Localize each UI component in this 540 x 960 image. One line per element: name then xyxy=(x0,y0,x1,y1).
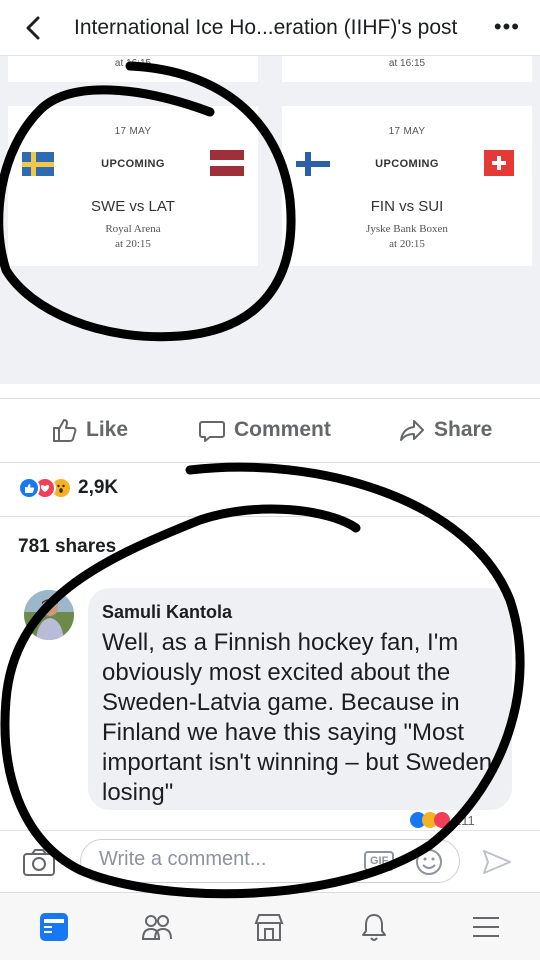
card-time: at 16:15 xyxy=(114,58,152,69)
comment-text: Well, as a Finnish hockey fan, I'm obvio… xyxy=(102,629,493,806)
finland-flag-icon xyxy=(296,152,330,176)
thumbs-up-icon xyxy=(53,419,77,442)
share-button[interactable]: Share xyxy=(398,416,492,444)
gif-button[interactable]: GIF xyxy=(364,851,395,871)
schedule-card-partial-left[interactable]: at 16:15 xyxy=(8,56,258,82)
switzerland-flag-icon xyxy=(484,150,514,176)
card-date: 17 MAY xyxy=(388,126,426,137)
card-venue: Royal Arena xyxy=(105,223,161,235)
comment-reaction-count: 211 xyxy=(454,812,475,828)
divider xyxy=(0,462,540,463)
card-match: SWE vs LAT xyxy=(91,198,175,215)
comment-placeholder: Write a comment... xyxy=(99,848,267,870)
page-title: International Ice Ho...eration (IIHF)'s … xyxy=(74,16,458,39)
schedule-card-partial-right[interactable]: at 16:15 xyxy=(282,56,532,82)
shares-count[interactable]: 781 shares xyxy=(18,536,116,558)
reaction-summary[interactable]: 2,9K xyxy=(18,477,118,499)
schedule-area: at 16:15 at 16:15 17 MAY UPCOMING SWE vs… xyxy=(0,56,540,384)
share-arrow-icon xyxy=(400,420,424,441)
schedule-card-swe-lat[interactable]: 17 MAY UPCOMING SWE vs LAT Royal Arena a… xyxy=(8,106,258,266)
divider xyxy=(0,398,540,399)
marketplace-icon[interactable] xyxy=(252,911,286,943)
like-reaction-icon xyxy=(18,477,40,499)
card-venue: Jyske Bank Boxen xyxy=(366,223,448,235)
card-date: 17 MAY xyxy=(114,126,152,137)
menu-icon[interactable] xyxy=(470,911,502,943)
comment-composer: Write a comment... GIF xyxy=(0,830,540,892)
comment-reactions[interactable]: 211 xyxy=(410,812,475,828)
emoji-icon[interactable] xyxy=(414,847,444,877)
card-time: at 20:15 xyxy=(115,238,151,250)
bottom-tab-bar xyxy=(0,892,540,960)
card-time: at 16:15 xyxy=(388,58,426,69)
comment-input[interactable]: Write a comment... xyxy=(80,839,460,883)
more-options-button[interactable]: ••• xyxy=(494,14,520,40)
like-button[interactable]: Like xyxy=(50,416,128,444)
reaction-count: 2,9K xyxy=(78,477,119,498)
send-icon[interactable] xyxy=(480,847,514,877)
avatar[interactable] xyxy=(24,590,74,640)
comment-bubble-icon xyxy=(199,421,225,442)
comment-author[interactable]: Samuli Kantola xyxy=(102,602,232,623)
divider xyxy=(0,516,540,517)
heart-reaction-icon xyxy=(434,812,450,828)
schedule-card-fin-sui[interactable]: 17 MAY UPCOMING FIN vs SUI Jyske Bank Bo… xyxy=(282,106,532,266)
friends-icon[interactable] xyxy=(140,911,174,943)
sweden-flag-icon xyxy=(22,152,54,176)
card-match: FIN vs SUI xyxy=(370,198,444,215)
latvia-flag-icon xyxy=(210,150,244,176)
like-label: Like xyxy=(86,418,129,441)
news-feed-icon[interactable] xyxy=(38,911,70,943)
post-actions: Like Comment Share xyxy=(0,400,540,460)
back-arrow-icon[interactable] xyxy=(22,14,46,42)
comment-label: Comment xyxy=(234,418,331,441)
camera-icon[interactable] xyxy=(22,847,56,877)
card-time: at 20:15 xyxy=(389,238,425,250)
share-label: Share xyxy=(434,418,493,441)
top-bar: International Ice Ho...eration (IIHF)'s … xyxy=(0,0,540,56)
notifications-bell-icon[interactable] xyxy=(358,911,390,943)
comment-button[interactable]: Comment xyxy=(198,416,331,444)
